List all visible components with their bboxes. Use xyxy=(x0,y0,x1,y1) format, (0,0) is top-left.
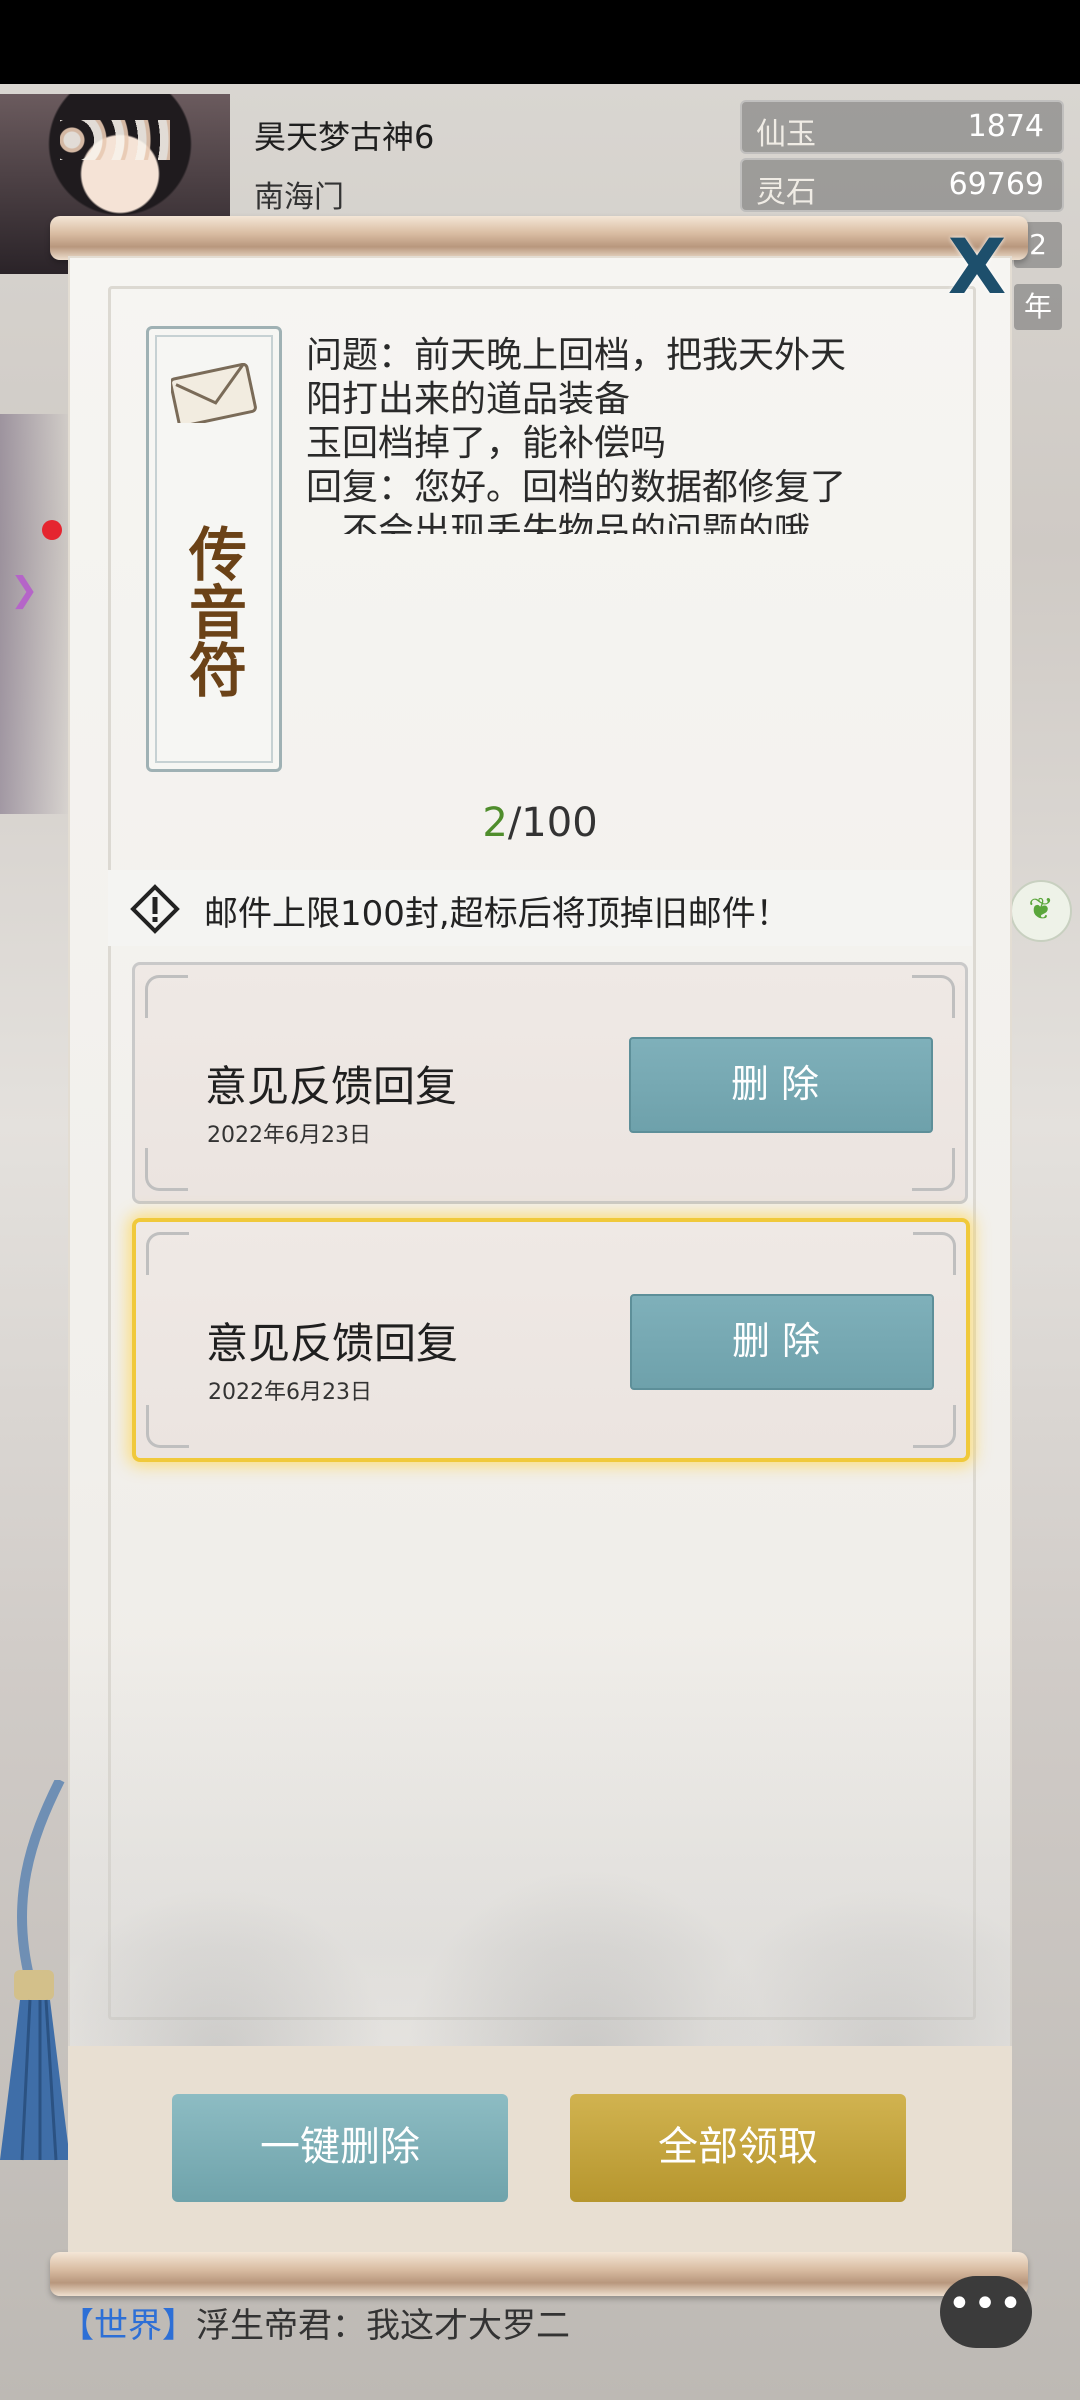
corner-ornament xyxy=(145,1148,188,1191)
left-decoration xyxy=(0,414,70,814)
resource-label: 仙玉 xyxy=(756,117,816,152)
leaf-icon[interactable]: ❦ xyxy=(1010,880,1072,942)
mail-title: 意见反馈回复 xyxy=(206,1319,459,1368)
corner-ornament xyxy=(145,975,188,1018)
chat-bubble-icon[interactable]: ••• xyxy=(940,2276,1032,2348)
player-sect: 南海门 xyxy=(254,180,344,215)
mail-limit-warning: 邮件上限100封,超标后将顶掉旧邮件！ xyxy=(108,870,972,946)
corner-ornament xyxy=(912,975,955,1018)
delete-mail-button[interactable]: 删除 xyxy=(630,1294,934,1390)
notification-dot xyxy=(42,520,62,540)
corner-ornament xyxy=(146,1232,189,1275)
close-button[interactable]: X xyxy=(940,229,1014,305)
chat-text: 浮生帝君：我这才大罗二 xyxy=(196,2306,570,2346)
mail-date: 2022年6月23日 xyxy=(208,1380,372,1405)
resource-xianyu[interactable]: 仙玉 1874 xyxy=(740,100,1064,154)
player-name: 昊天梦古神6 xyxy=(254,118,435,156)
resource-value: 1874 xyxy=(967,109,1044,144)
expand-arrow-icon[interactable]: ❯ xyxy=(10,570,39,610)
delete-mail-button[interactable]: 删除 xyxy=(629,1037,933,1133)
seal-card: 传音符 xyxy=(146,326,282,772)
scroll-rod-top xyxy=(50,216,1028,260)
mail-counter: 2/100 xyxy=(0,800,1080,846)
claim-all-button[interactable]: 全部领取 xyxy=(570,2094,906,2202)
corner-ornament xyxy=(912,1148,955,1191)
mail-title: 意见反馈回复 xyxy=(205,1062,458,1111)
resource-lingshi[interactable]: 灵石 69769 xyxy=(740,158,1064,212)
resource-value: 69769 xyxy=(948,167,1044,202)
mail-count-total: /100 xyxy=(507,800,598,846)
mail-date: 2022年6月23日 xyxy=(207,1123,371,1148)
seal-title: 传音符 xyxy=(179,524,247,698)
corner-ornament xyxy=(913,1405,956,1448)
delete-all-button[interactable]: 一键删除 xyxy=(172,2094,508,2202)
mail-count-current: 2 xyxy=(482,800,508,846)
hair-ornament xyxy=(60,120,170,160)
envelope-icon xyxy=(171,363,257,423)
scroll-rod-bottom xyxy=(50,2252,1028,2296)
side-tag: 年 xyxy=(1014,284,1062,330)
warning-text: 邮件上限100封,超标后将顶掉旧邮件！ xyxy=(204,894,790,934)
chat-channel: 【世界】 xyxy=(60,2306,196,2346)
warning-icon xyxy=(130,884,180,934)
resource-label: 灵石 xyxy=(756,175,816,210)
mail-content: 问题：前天晚上回档，把我天外天 阳打出来的道品装备 玉回档掉了，能补偿吗 回复：… xyxy=(306,335,847,534)
mail-list-item-selected[interactable]: 意见反馈回复 2022年6月23日 删除 xyxy=(132,1218,970,1462)
corner-ornament xyxy=(146,1405,189,1448)
corner-ornament xyxy=(913,1232,956,1275)
mail-list-item[interactable]: 意见反馈回复 2022年6月23日 删除 xyxy=(132,962,968,1204)
chat-message[interactable]: 【世界】浮生帝君：我这才大罗二 xyxy=(60,2298,570,2347)
